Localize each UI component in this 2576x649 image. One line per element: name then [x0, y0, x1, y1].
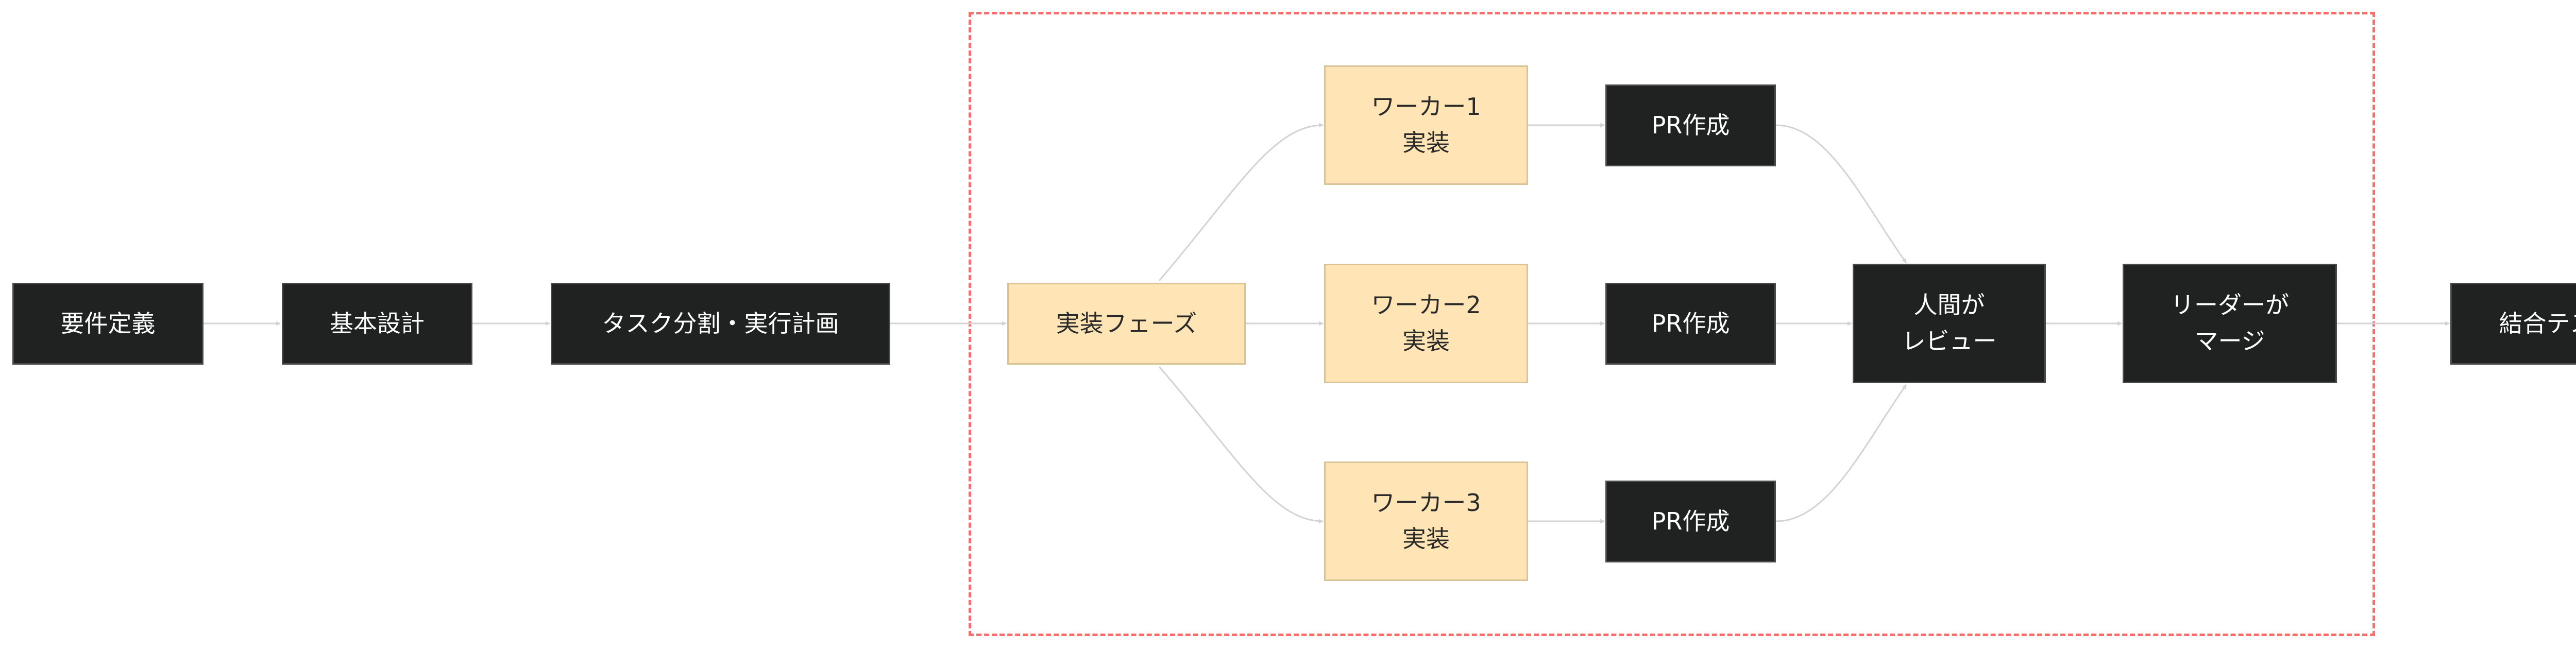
node-task-split-label: タスク分割・実行計画 — [602, 309, 839, 337]
node-requirements-label: 要件定義 — [60, 309, 156, 337]
node-impl-phase-label: 実装フェーズ — [1056, 309, 1197, 337]
node-pr3: PR作成 — [1605, 481, 1776, 562]
node-task-split: タスク分割・実行計画 — [551, 283, 890, 365]
edge-impl-phase-worker1 — [1158, 123, 1324, 281]
node-worker3-line2: 実装 — [1402, 525, 1450, 553]
node-worker2-line1: ワーカー2 — [1371, 291, 1481, 319]
diagram-canvas: 要件定義 基本設計 タスク分割・実行計画 実装フェーズ ワーカー1 実装 ワーカ… — [0, 0, 2576, 649]
node-integration-test: 結合テスト — [2450, 283, 2576, 365]
node-human-review-line2: レビュー — [1902, 327, 1997, 355]
node-pr1-label: PR作成 — [1651, 111, 1730, 139]
node-worker1-line1: ワーカー1 — [1371, 93, 1481, 121]
node-leader-merge-line1: リーダーが — [2171, 291, 2289, 319]
edge-pr3-review — [1775, 384, 1907, 522]
node-worker3-line1: ワーカー3 — [1371, 489, 1481, 517]
node-human-review: 人間が レビュー — [1853, 264, 2046, 383]
node-impl-phase: 実装フェーズ — [1007, 283, 1246, 365]
node-leader-merge: リーダーが マージ — [2123, 264, 2337, 383]
node-worker2-line2: 実装 — [1402, 327, 1450, 355]
edge-impl-phase-worker3 — [1158, 366, 1324, 524]
edge-pr1-review — [1775, 124, 1907, 263]
node-integration-test-label: 結合テスト — [2499, 309, 2576, 337]
node-worker3: ワーカー3 実装 — [1324, 462, 1528, 581]
node-basic-design: 基本設計 — [282, 283, 472, 365]
node-human-review-line1: 人間が — [1913, 291, 1985, 319]
node-leader-merge-line2: マージ — [2194, 327, 2265, 355]
node-basic-design-label: 基本設計 — [330, 309, 425, 337]
node-worker1: ワーカー1 実装 — [1324, 65, 1528, 185]
node-pr2-label: PR作成 — [1651, 309, 1730, 337]
node-requirements: 要件定義 — [12, 283, 204, 365]
node-pr1: PR作成 — [1605, 84, 1776, 166]
node-pr2: PR作成 — [1605, 283, 1776, 365]
node-worker1-line2: 実装 — [1402, 129, 1450, 157]
node-worker2: ワーカー2 実装 — [1324, 264, 1528, 383]
node-pr3-label: PR作成 — [1651, 507, 1730, 535]
